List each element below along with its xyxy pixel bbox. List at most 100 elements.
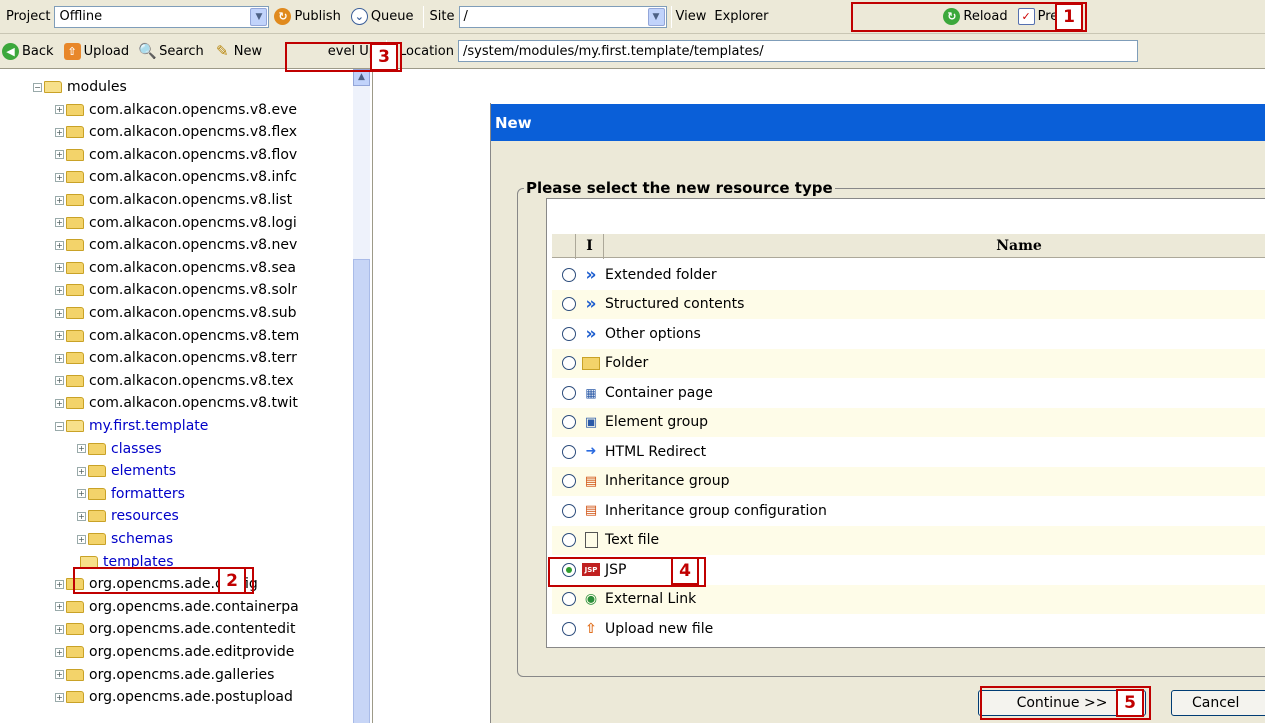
chevrons-icon: » <box>585 294 597 315</box>
resource-type-row[interactable]: Folder <box>552 348 1265 378</box>
expand-icon[interactable]: + <box>55 172 64 182</box>
view-label: View <box>675 9 707 24</box>
location-input[interactable]: /system/modules/my.first.template/templa… <box>457 40 1138 62</box>
resource-type-radio[interactable] <box>562 503 576 518</box>
tree-item[interactable]: + org.opencms.ade.editprovide <box>55 641 294 663</box>
tree-scrollbar[interactable]: ▲ <box>353 69 370 723</box>
expand-icon[interactable]: + <box>55 263 64 273</box>
expand-icon[interactable]: + <box>77 444 86 454</box>
resource-type-radio[interactable] <box>562 326 576 341</box>
expand-icon[interactable]: + <box>55 195 64 205</box>
expand-icon[interactable]: + <box>55 105 64 115</box>
resource-type-row[interactable]: ▤ Inheritance group <box>552 466 1265 496</box>
tree-item[interactable]: + resources <box>77 505 179 527</box>
tree-item[interactable]: + com.alkacon.opencms.v8.list <box>55 189 292 211</box>
resource-type-radio[interactable] <box>562 267 576 282</box>
folder-tree: − modules + com.alkacon.opencms.v8.eve + com.… <box>0 69 373 723</box>
tree-item[interactable]: + classes <box>77 438 162 460</box>
collapse-icon[interactable]: − <box>55 421 64 431</box>
tree-item-module[interactable]: − my.first.template <box>55 415 208 437</box>
tree-item[interactable]: + com.alkacon.opencms.v8.twit <box>55 392 298 414</box>
expand-icon[interactable]: + <box>55 218 64 228</box>
folder-icon <box>66 126 84 139</box>
expand-icon[interactable]: + <box>55 150 64 160</box>
tree-item[interactable]: + org.opencms.ade.postupload <box>55 686 293 708</box>
expand-icon[interactable]: + <box>77 466 86 476</box>
resource-type-radio[interactable] <box>562 385 576 400</box>
search-button[interactable]: 🔍 Search <box>134 38 209 64</box>
tree-item[interactable]: + schemas <box>77 528 173 550</box>
queue-label: Queue <box>370 9 414 24</box>
queue-button[interactable]: ⌄ Queue <box>346 4 419 30</box>
tree-item[interactable]: + com.alkacon.opencms.v8.flov <box>55 144 297 166</box>
resource-type-radio[interactable] <box>562 356 576 371</box>
tree-item[interactable]: + com.alkacon.opencms.v8.terr <box>55 347 297 369</box>
folder-icon <box>88 510 106 523</box>
resource-type-radio[interactable] <box>562 415 576 430</box>
project-select[interactable]: Offline ▼ <box>54 5 270 28</box>
tree-item[interactable]: + com.alkacon.opencms.v8.tem <box>55 325 299 347</box>
expand-icon[interactable]: + <box>55 579 64 589</box>
collapse-icon[interactable]: − <box>33 82 42 92</box>
tree-item[interactable]: + com.alkacon.opencms.v8.nev <box>55 234 297 256</box>
resource-type-radio[interactable] <box>562 533 576 548</box>
resource-type-label: Text file <box>605 532 660 549</box>
element-group-icon: ▣ <box>584 414 598 430</box>
resource-type-radio[interactable] <box>562 474 576 489</box>
resource-type-row[interactable]: ➜ HTML Redirect <box>552 437 1265 467</box>
expand-icon[interactable]: + <box>55 127 64 137</box>
site-select[interactable]: / ▼ <box>458 5 667 28</box>
project-value: Offline <box>59 9 103 24</box>
tree-item-modules[interactable]: − modules <box>33 76 127 98</box>
resource-type-radio[interactable] <box>562 444 576 459</box>
tree-item[interactable]: + com.alkacon.opencms.v8.sea <box>55 257 296 279</box>
resource-type-row[interactable]: ⇧ Upload new file <box>552 614 1265 644</box>
expand-icon[interactable]: + <box>55 602 64 612</box>
expand-icon[interactable]: + <box>55 398 64 408</box>
tree-item[interactable]: + org.opencms.ade.containerpa <box>55 596 299 618</box>
expand-icon[interactable]: + <box>55 331 64 341</box>
expand-icon[interactable]: + <box>55 376 64 386</box>
resource-type-radio[interactable] <box>562 297 576 312</box>
expand-icon[interactable]: + <box>55 353 64 363</box>
resource-type-row[interactable]: » Extended folder <box>552 260 1265 290</box>
expand-icon[interactable]: + <box>77 511 86 521</box>
resource-type-row[interactable]: » Other options <box>552 319 1265 349</box>
tree-item[interactable]: + formatters <box>77 483 185 505</box>
tree-item[interactable]: + org.opencms.ade.contentedit <box>55 618 295 640</box>
expand-icon[interactable]: + <box>55 624 64 634</box>
tree-item[interactable]: + com.alkacon.opencms.v8.logi <box>55 212 297 234</box>
resource-type-row[interactable]: Text file <box>552 525 1265 555</box>
resource-type-row[interactable]: ▣ Element group <box>552 407 1265 437</box>
expand-icon[interactable]: + <box>55 240 64 250</box>
resource-type-radio[interactable] <box>562 592 576 607</box>
resource-type-row[interactable]: ▦ Container page <box>552 378 1265 408</box>
upload-button[interactable]: ⇧ Upload <box>59 38 135 64</box>
tree-item[interactable]: + elements <box>77 460 176 482</box>
publish-label: Publish <box>294 9 341 24</box>
resource-type-row[interactable]: ▤ Inheritance group configuration <box>552 496 1265 526</box>
expand-icon[interactable]: + <box>55 285 64 295</box>
expand-icon[interactable]: + <box>55 670 64 680</box>
tree-item[interactable]: + com.alkacon.opencms.v8.eve <box>55 99 297 121</box>
scroll-thumb[interactable] <box>353 259 370 723</box>
cancel-button[interactable]: Cancel <box>1171 690 1265 716</box>
back-button[interactable]: ◀ Back <box>0 38 59 64</box>
tree-item[interactable]: + com.alkacon.opencms.v8.flex <box>55 121 297 143</box>
publish-button[interactable]: ↻ Publish <box>269 4 345 30</box>
expand-icon[interactable]: + <box>77 534 86 544</box>
tree-item[interactable]: + org.opencms.ade.galleries <box>55 664 274 686</box>
tree-item[interactable]: + com.alkacon.opencms.v8.infc <box>55 166 297 188</box>
expand-icon[interactable]: + <box>55 692 64 702</box>
expand-icon[interactable]: + <box>55 308 64 318</box>
resource-type-label: Inheritance group configuration <box>605 502 827 519</box>
resource-type-row[interactable]: » Structured contents <box>552 289 1265 319</box>
expand-icon[interactable]: + <box>55 647 64 657</box>
tree-item[interactable]: + com.alkacon.opencms.v8.solr <box>55 279 297 301</box>
resource-type-radio[interactable] <box>562 621 576 636</box>
tree-item[interactable]: + com.alkacon.opencms.v8.sub <box>55 302 297 324</box>
expand-icon[interactable]: + <box>77 489 86 499</box>
container-page-icon: ▦ <box>585 385 597 400</box>
tree-item[interactable]: + com.alkacon.opencms.v8.tex <box>55 370 294 392</box>
resource-type-row[interactable]: ◉ External Link <box>552 584 1265 614</box>
